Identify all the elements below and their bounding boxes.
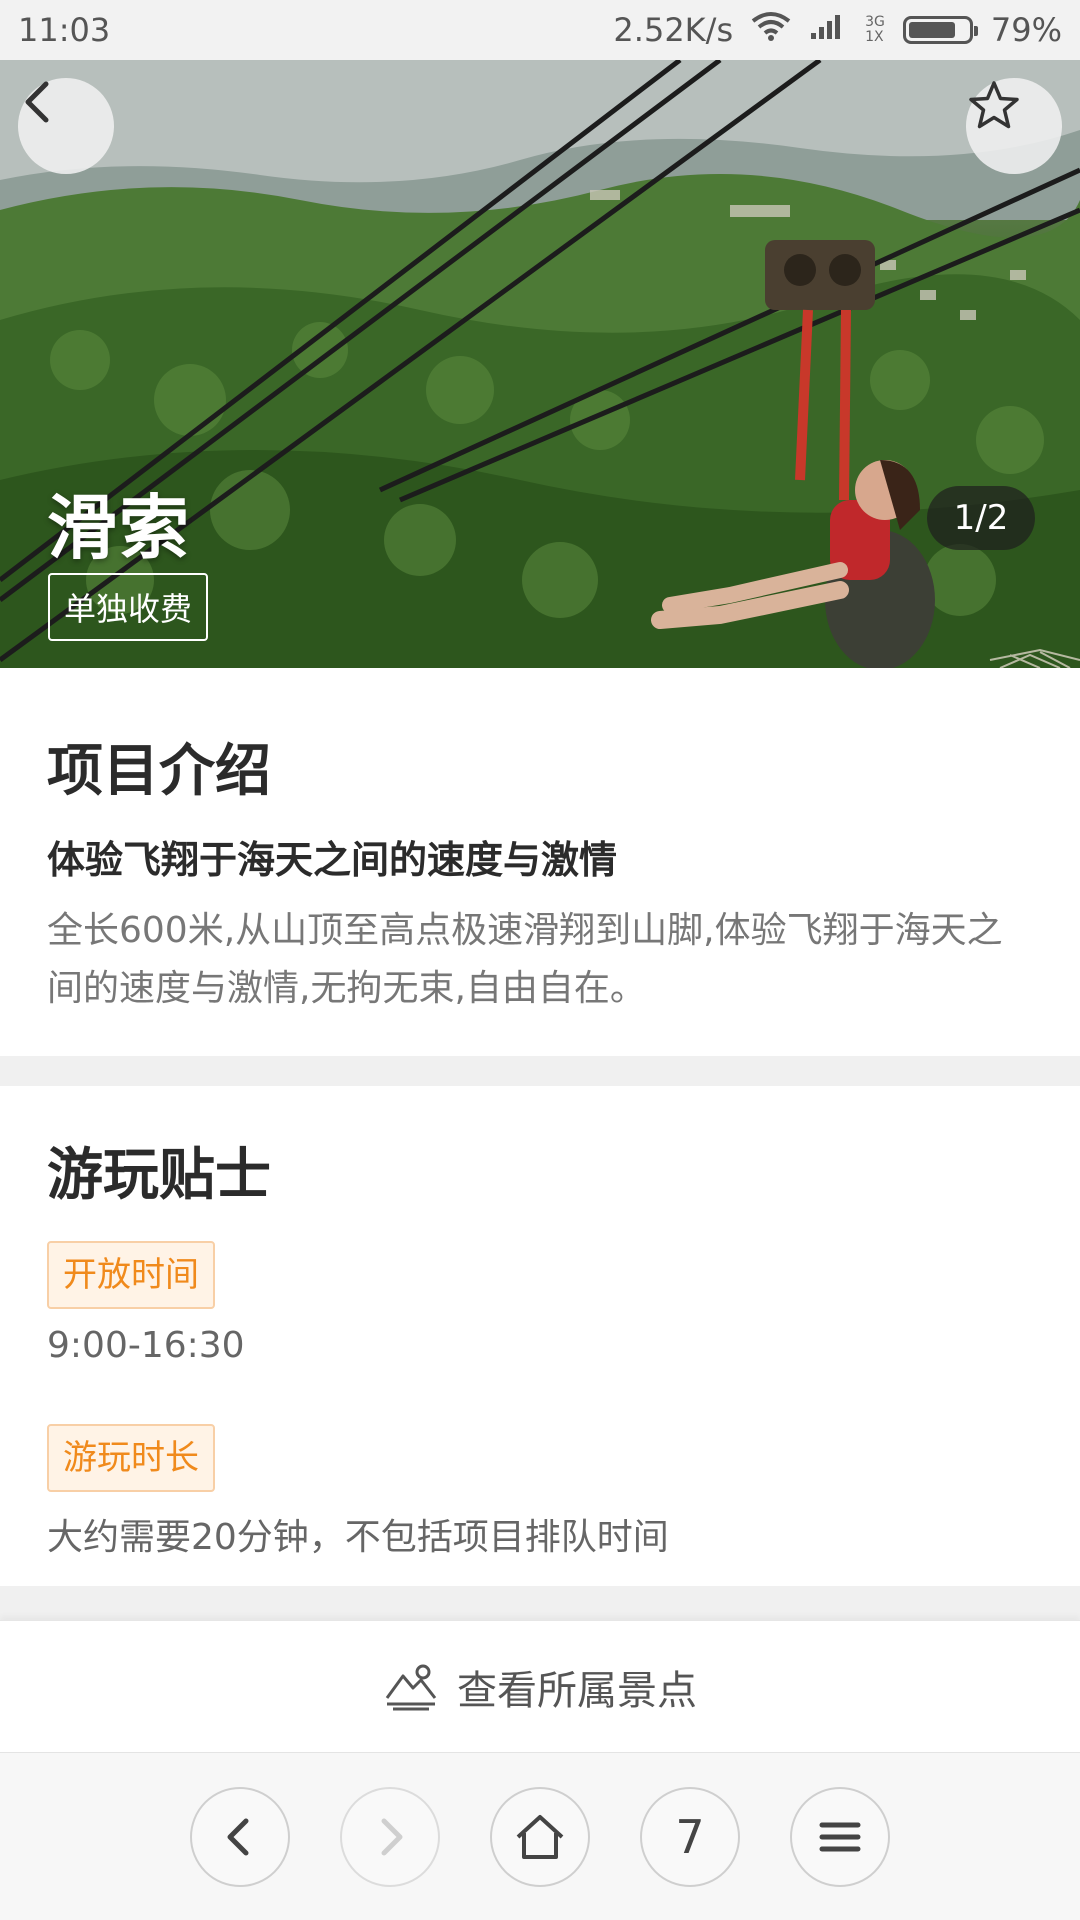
status-right: 2.52K/s 3G 1X 79%	[613, 11, 1062, 49]
chevron-left-icon	[25, 81, 49, 123]
home-icon	[516, 1814, 564, 1859]
favorite-button[interactable]	[966, 78, 1062, 174]
network-type-top: 3G	[865, 14, 885, 30]
image-counter: 1/2	[927, 486, 1035, 550]
network-type-bottom: 1X	[865, 29, 884, 45]
intro-title: 项目介绍	[47, 739, 271, 804]
view-scenic-spot-button[interactable]: 查看所属景点	[0, 1620, 1080, 1752]
tip-label: 开放时间	[47, 1241, 215, 1309]
attraction-title: 滑索	[47, 487, 191, 569]
browser-forward-button[interactable]	[340, 1786, 440, 1887]
signal-icon	[809, 11, 847, 49]
browser-tabs-button[interactable]: 7	[640, 1786, 740, 1887]
tabs-icon: 7	[675, 1809, 705, 1864]
fee-tag: 单独收费	[48, 573, 209, 641]
tip-value: 大约需要20分钟，不包括项目排队时间	[47, 1517, 669, 1558]
section-divider	[0, 1586, 1080, 1620]
tip-item-duration: 游玩时长 大约需要20分钟，不包括项目排队时间	[47, 1394, 1033, 1560]
forward-icon	[381, 1818, 403, 1855]
browser-nav-bar: 7	[0, 1752, 1080, 1920]
intro-body: 全长600米,从山顶至高点极速滑翔到山脚,体验飞翔于海天之间的速度与激情,无拘无…	[47, 910, 1003, 1009]
tips-section: 游玩贴士 开放时间 9:00-16:30 游玩时长 大约需要20分钟，不包括项目…	[0, 1086, 1080, 1586]
battery-percent: 79%	[990, 11, 1062, 49]
intro-subtitle: 体验飞翔于海天之间的速度与激情	[47, 838, 618, 882]
back-button[interactable]	[18, 78, 114, 174]
wifi-icon	[751, 11, 791, 49]
browser-back-button[interactable]	[190, 1786, 290, 1887]
tip-label: 游玩时长	[47, 1424, 215, 1492]
network-type: 3G 1X	[865, 15, 885, 45]
star-icon	[969, 81, 1019, 129]
status-bar: 11:03 2.52K/s 3G 1X 79%	[0, 0, 1080, 60]
tip-item-open-hours: 开放时间 9:00-16:30	[47, 1211, 1033, 1366]
tips-title: 游玩贴士	[47, 1143, 271, 1208]
browser-home-button[interactable]	[490, 1786, 590, 1887]
view-scenic-spot-label: 查看所属景点	[457, 1667, 697, 1714]
section-divider	[0, 1056, 1080, 1086]
status-time: 11:03	[18, 11, 111, 49]
hero-image[interactable]: 滑索 单独收费 1/2	[0, 60, 1080, 668]
menu-icon	[819, 1822, 861, 1851]
back-icon	[227, 1818, 249, 1855]
tip-value: 9:00-16:30	[47, 1325, 245, 1366]
intro-section: 项目介绍 体验飞翔于海天之间的速度与激情 全长600米,从山顶至高点极速滑翔到山…	[0, 668, 1080, 1056]
browser-menu-button[interactable]	[790, 1786, 890, 1887]
battery-icon	[902, 16, 978, 44]
network-speed: 2.52K/s	[613, 11, 734, 49]
mountain-icon	[385, 1664, 437, 1710]
